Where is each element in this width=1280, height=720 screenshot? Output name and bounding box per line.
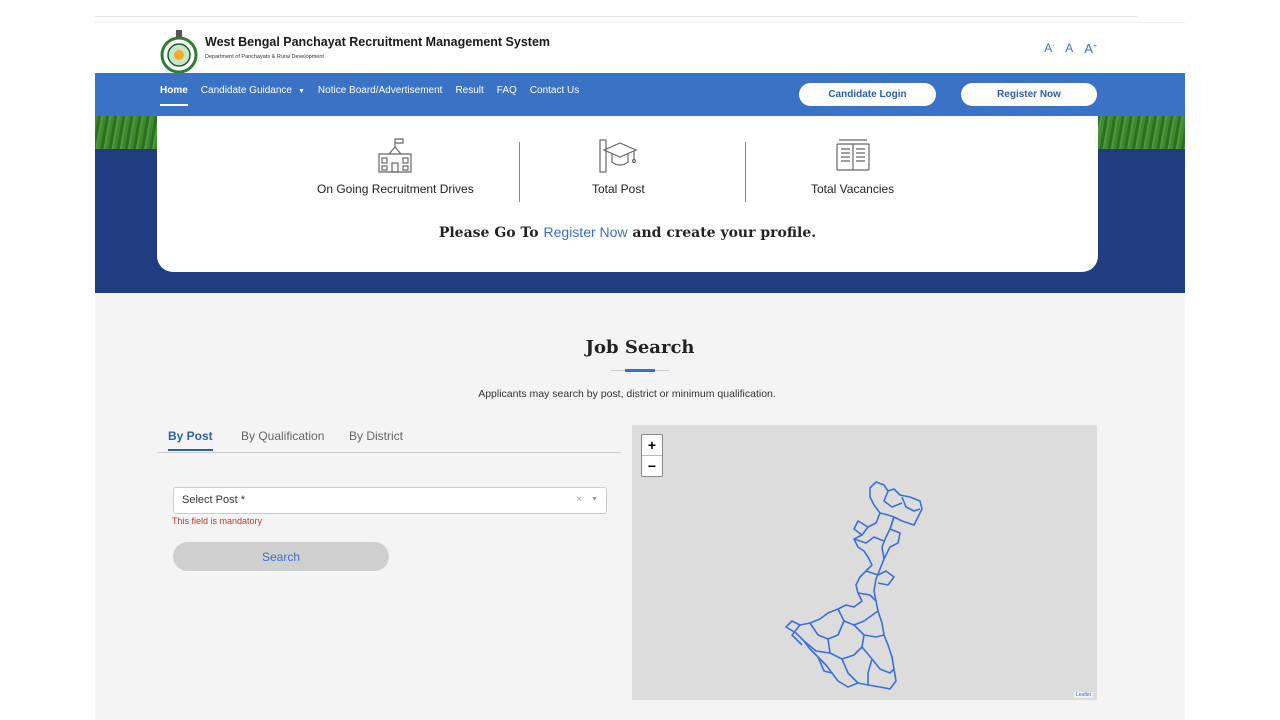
select-post-placeholder: Select Post *	[182, 494, 245, 506]
map-attribution[interactable]: Leaflet	[1073, 692, 1093, 698]
font-increase-button[interactable]: A+	[1084, 41, 1097, 56]
stats-card: On Going Recruitment Drives Total Post T…	[157, 116, 1098, 272]
nav-contact[interactable]: Contact Us	[530, 85, 579, 106]
font-decrease-button[interactable]: A-	[1044, 41, 1054, 56]
divider	[519, 142, 520, 202]
nav-faq[interactable]: FAQ	[497, 85, 517, 106]
top-rule	[95, 16, 1137, 17]
tab-by-qualification[interactable]: By Qualification	[241, 429, 324, 443]
search-button[interactable]: Search	[173, 542, 389, 571]
tab-by-post[interactable]: By Post	[168, 429, 213, 451]
stat-total-vacancies: Total Vacancies	[811, 138, 894, 196]
register-now-link[interactable]: Register Now	[544, 224, 628, 240]
nav-candidate-guidance[interactable]: Candidate Guidance ▼	[201, 85, 305, 106]
book-icon	[835, 139, 870, 171]
stat-recruitment-drives: On Going Recruitment Drives	[317, 138, 474, 196]
district-map[interactable]: + − Leaflet	[632, 425, 1097, 700]
job-search-title: Job Search	[585, 337, 695, 358]
candidate-login-button[interactable]: Candidate Login	[799, 83, 936, 106]
caret-down-icon: ▼	[297, 88, 305, 95]
validation-error: This field is mandatory	[172, 516, 263, 526]
register-now-button[interactable]: Register Now	[961, 83, 1097, 106]
chevron-down-icon[interactable]: ▼	[591, 496, 598, 503]
stat-label: On Going Recruitment Drives	[317, 182, 474, 196]
graduation-cap-icon	[599, 139, 638, 173]
register-prompt: Please Go To Register Now and create you…	[438, 224, 817, 241]
site-title: West Bengal Panchayat Recruitment Manage…	[205, 35, 551, 49]
font-size-controls: A- A A+	[1044, 41, 1097, 56]
west-bengal-districts-map[interactable]	[632, 425, 1097, 700]
school-building-icon	[378, 138, 412, 173]
divider	[745, 142, 746, 202]
stat-label: Total Post	[592, 182, 645, 196]
job-search-section: Job Search Applicants may search by post…	[95, 293, 1185, 720]
font-reset-button[interactable]: A	[1065, 41, 1073, 56]
emblem-logo[interactable]	[159, 28, 199, 74]
stat-total-post: Total Post	[592, 138, 645, 196]
nav-result[interactable]: Result	[455, 85, 483, 106]
page: West Bengal Panchayat Recruitment Manage…	[95, 0, 1185, 720]
main-navbar: Home Candidate Guidance ▼ Notice Board/Ad…	[95, 73, 1185, 116]
site-header: West Bengal Panchayat Recruitment Manage…	[95, 22, 1185, 74]
stat-label: Total Vacancies	[811, 182, 895, 196]
select-post-dropdown[interactable]: Select Post * × ▼	[173, 487, 607, 514]
clear-icon[interactable]: ×	[576, 494, 582, 505]
search-tabs: By Post By Qualification By District	[157, 425, 621, 453]
tab-by-district[interactable]: By District	[349, 429, 403, 443]
nav-home[interactable]: Home	[160, 85, 188, 106]
site-subtitle: Department of Panchayats & Rural Develop…	[205, 54, 324, 60]
nav-notice-board[interactable]: Notice Board/Advertisement	[318, 85, 443, 106]
title-accent	[625, 369, 655, 372]
job-search-subtitle: Applicants may search by post, district …	[478, 388, 776, 400]
